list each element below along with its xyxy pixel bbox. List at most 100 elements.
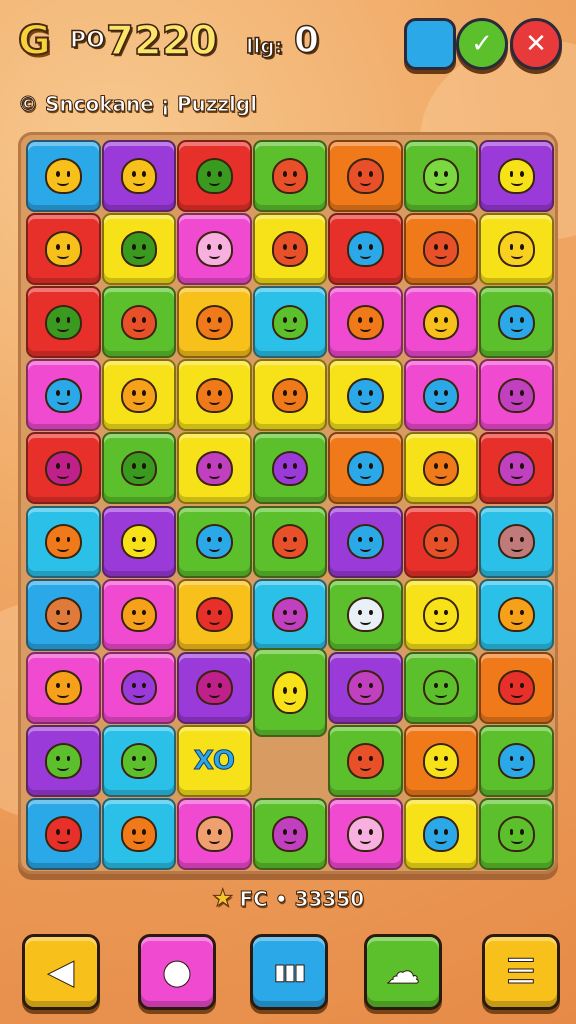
menu-button[interactable]: ☰ <box>482 934 560 1010</box>
tile-r4-c5[interactable] <box>403 432 479 505</box>
special-tile-label: XO <box>193 745 236 776</box>
tile-r6-c5[interactable] <box>403 578 479 651</box>
tile-r7-c5[interactable] <box>403 651 479 724</box>
moves-value: 0 <box>293 19 320 62</box>
tile-r6-c0[interactable] <box>26 578 101 651</box>
tile-r8-c6[interactable] <box>479 724 554 797</box>
tile-r0-c6[interactable] <box>479 140 554 213</box>
tile-r1-c3[interactable] <box>252 213 328 286</box>
tile-r0-c4[interactable] <box>328 140 403 213</box>
tile-r9-c3[interactable] <box>252 797 328 870</box>
tile-r0-c2[interactable] <box>177 140 252 213</box>
tile-r8-c1[interactable] <box>101 724 177 797</box>
creature-icon <box>271 671 309 715</box>
tile-r1-c0[interactable] <box>26 213 101 286</box>
tile-r6-c1[interactable] <box>101 578 177 651</box>
tile-r8-c4[interactable] <box>328 724 403 797</box>
cloud-button[interactable]: ☁ <box>364 934 442 1010</box>
tile-r7-c0[interactable] <box>26 651 101 724</box>
stats-button[interactable]: ▮▮▮ <box>250 934 328 1010</box>
tile-r4-c6[interactable] <box>479 432 554 505</box>
tile-r4-c3[interactable] <box>252 432 328 505</box>
back-button[interactable]: ◀ <box>22 934 100 1010</box>
tile-r3-c3[interactable] <box>252 359 328 432</box>
creature-icon <box>196 596 233 633</box>
tile-r5-c4[interactable] <box>328 505 403 578</box>
tile-r5-c3[interactable] <box>252 505 328 578</box>
tile-r3-c0[interactable] <box>26 359 101 432</box>
tile-r2-c1[interactable] <box>101 286 177 359</box>
tile-r7-c6[interactable] <box>479 651 554 724</box>
tile-r3-c6[interactable] <box>479 359 554 432</box>
tile-r6-c2[interactable] <box>177 578 252 651</box>
tile-r3-c2[interactable] <box>177 359 252 432</box>
creature-icon <box>45 231 82 267</box>
tile-r0-c0[interactable] <box>26 140 101 213</box>
chat-icon: ● <box>162 952 193 993</box>
creature-icon <box>45 450 82 487</box>
tile-r2-c3[interactable] <box>252 286 328 359</box>
tile-r3-c1[interactable] <box>101 359 177 432</box>
creature-icon <box>347 596 384 633</box>
check-button[interactable]: ✓ <box>456 18 508 70</box>
creature-icon <box>45 377 82 413</box>
tile-r1-c1[interactable] <box>101 213 177 286</box>
tile-r4-c2[interactable] <box>177 432 252 505</box>
tile-r5-c5[interactable] <box>403 505 479 578</box>
tile-r7-c2[interactable] <box>177 651 252 724</box>
creature-icon <box>498 816 535 852</box>
creature-icon <box>422 377 460 413</box>
creature-icon <box>120 743 158 779</box>
tile-r8-c5[interactable] <box>403 724 479 797</box>
tile-r1-c2[interactable] <box>177 213 252 286</box>
creature-icon <box>120 670 158 706</box>
tile-r0-c1[interactable] <box>101 140 177 213</box>
tile-r9-c6[interactable] <box>479 797 554 870</box>
tile-r2-c6[interactable] <box>479 286 554 359</box>
creature-icon <box>422 670 460 706</box>
chat-button[interactable]: ● <box>138 934 216 1010</box>
menu-square-button[interactable] <box>404 18 456 70</box>
tile-r9-c1[interactable] <box>101 797 177 870</box>
tile-r9-c0[interactable] <box>26 797 101 870</box>
tile-r9-c4[interactable] <box>328 797 403 870</box>
tile-r7-c4[interactable] <box>328 651 403 724</box>
top-hud: G PO 7220 Ilg: 0 ✓ ✕ <box>0 0 576 90</box>
moves-label: Ilg: <box>245 33 283 59</box>
close-button[interactable]: ✕ <box>510 18 562 70</box>
creature-icon <box>347 304 384 340</box>
creature-icon <box>498 450 535 487</box>
tile-r5-c6[interactable] <box>479 505 554 578</box>
tile-r9-c5[interactable] <box>403 797 479 870</box>
tile-r2-c4[interactable] <box>328 286 403 359</box>
creature-icon <box>120 231 158 267</box>
score-value: 7220 <box>105 17 218 65</box>
tile-r1-c6[interactable] <box>479 213 554 286</box>
tile-r4-c4[interactable] <box>328 432 403 505</box>
tile-r9-c2[interactable] <box>177 797 252 870</box>
tile-r3-c5[interactable] <box>403 359 479 432</box>
tile-r8-c2[interactable]: XO <box>177 724 252 797</box>
tile-r7-c1[interactable] <box>101 651 177 724</box>
tile-r4-c0[interactable] <box>26 432 101 505</box>
tile-r5-c0[interactable] <box>26 505 101 578</box>
tile-r5-c1[interactable] <box>101 505 177 578</box>
tile-r1-c4[interactable] <box>328 213 403 286</box>
creature-icon <box>271 304 309 340</box>
tile-r2-c5[interactable] <box>403 286 479 359</box>
tile-r6-c4[interactable] <box>328 578 403 651</box>
tile-r6-c6[interactable] <box>479 578 554 651</box>
tile-r0-c5[interactable] <box>403 140 479 213</box>
tile-r5-c2[interactable] <box>177 505 252 578</box>
tile-r3-c4[interactable] <box>328 359 403 432</box>
tile-r0-c3[interactable] <box>252 140 328 213</box>
tile-r7-c3[interactable] <box>252 648 328 738</box>
stats-icon: ▮▮▮ <box>273 959 306 985</box>
tile-r6-c3[interactable] <box>252 578 328 651</box>
tile-r2-c2[interactable] <box>177 286 252 359</box>
menu-icon: ☰ <box>505 952 537 993</box>
tile-r2-c0[interactable] <box>26 286 101 359</box>
tile-r8-c0[interactable] <box>26 724 101 797</box>
tile-r4-c1[interactable] <box>101 432 177 505</box>
tile-r1-c5[interactable] <box>403 213 479 286</box>
